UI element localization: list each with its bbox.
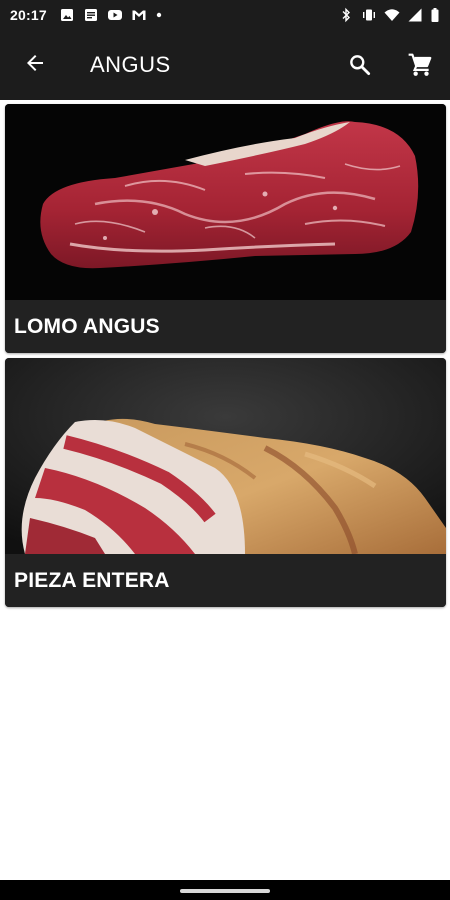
signal-icon <box>407 7 423 23</box>
product-card-pieza-entera[interactable]: PIEZA ENTERA <box>5 358 446 607</box>
dot-icon <box>155 7 163 23</box>
navigation-bar <box>0 880 450 900</box>
cart-icon <box>407 52 433 78</box>
app-bar-actions <box>330 30 450 100</box>
back-button[interactable] <box>0 30 70 100</box>
status-time: 20:17 <box>10 7 47 23</box>
product-card-lomo-angus[interactable]: LOMO ANGUS <box>5 104 446 353</box>
image-icon <box>59 7 75 23</box>
app-bar: ANGUS <box>0 30 450 100</box>
product-label: PIEZA ENTERA <box>5 554 446 607</box>
notification-icons <box>59 7 163 23</box>
search-button[interactable] <box>330 30 390 100</box>
bluetooth-icon <box>338 7 354 23</box>
page-title: ANGUS <box>90 52 171 77</box>
home-gesture-handle[interactable] <box>180 889 270 893</box>
ribs-photo <box>5 358 446 554</box>
status-bar: 20:17 <box>0 0 450 30</box>
product-list: LOMO ANGUS PIEZA ENTERA <box>0 100 450 880</box>
notes-icon <box>83 7 99 23</box>
system-icons <box>338 7 440 23</box>
steak-photo <box>5 104 446 300</box>
cart-button[interactable] <box>390 30 450 100</box>
battery-icon <box>430 7 440 23</box>
product-label: LOMO ANGUS <box>5 300 446 353</box>
wifi-icon <box>384 7 400 23</box>
youtube-icon <box>107 7 123 23</box>
arrow-back-icon <box>23 51 47 80</box>
gmail-icon <box>131 7 147 23</box>
vibrate-icon <box>361 7 377 23</box>
search-icon <box>347 52 373 78</box>
